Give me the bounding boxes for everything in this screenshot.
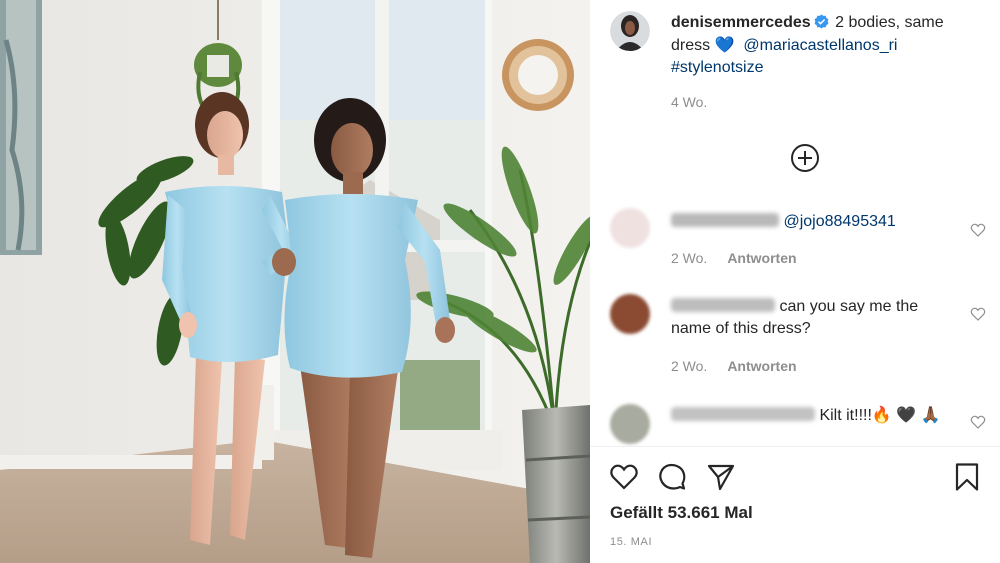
heart-icon[interactable] — [970, 306, 986, 322]
bookmark-icon[interactable] — [952, 462, 982, 492]
post-side-panel: denisemmercedes 2 bodies, same dress 💙 @… — [590, 0, 1000, 563]
comment-line-2: name of this dress? — [671, 320, 811, 337]
comment-age[interactable]: 2 Wo. — [671, 250, 707, 266]
caption-hashtag[interactable]: #stylenotsize — [671, 59, 764, 76]
comment-text: can you say me the name of this dress? — [671, 296, 961, 340]
commenter-avatar[interactable] — [610, 404, 650, 444]
verified-badge-icon — [814, 14, 829, 29]
comment-line-1: can you say me the — [779, 298, 919, 315]
commenter-username-blurred[interactable] — [671, 298, 775, 312]
commenter-avatar[interactable] — [610, 208, 650, 248]
comment-text: Kilt it!!!!🔥 🖤 🙏🏾 — [671, 405, 961, 427]
plus-circle-icon[interactable] — [790, 143, 820, 173]
comment-bubble-icon[interactable] — [657, 462, 687, 492]
post-photo[interactable] — [0, 0, 590, 563]
heart-icon[interactable] — [970, 222, 986, 238]
commenter-avatar[interactable] — [610, 294, 650, 334]
commenter-username-blurred[interactable] — [671, 213, 779, 227]
comment-meta: 2 Wo. Antworten — [671, 358, 797, 374]
action-bar — [590, 450, 1000, 510]
heart-icon[interactable] — [970, 414, 986, 430]
commenter-username-blurred[interactable] — [671, 407, 815, 421]
caption-text: denisemmercedes 2 bodies, same dress 💙 @… — [671, 12, 981, 80]
author-username[interactable]: denisemmercedes — [671, 14, 811, 31]
comment-text: @jojo88495341 — [671, 211, 961, 233]
comment-meta: 2 Wo. Antworten — [671, 250, 797, 266]
caption-mention[interactable]: @mariacastellanos_ri — [743, 37, 897, 54]
reply-button[interactable]: Antworten — [727, 358, 796, 374]
paper-plane-icon[interactable] — [706, 462, 736, 492]
photo-illustration — [0, 0, 590, 563]
blue-heart-emoji: 💙 — [714, 36, 735, 54]
likes-count[interactable]: Gefällt 53.661 Mal — [610, 503, 753, 523]
comment-item: Kilt it!!!!🔥 🖤 🙏🏾 — [590, 400, 1000, 446]
divider — [590, 446, 1000, 447]
author-avatar[interactable] — [610, 11, 650, 51]
caption-age[interactable]: 4 Wo. — [671, 94, 707, 110]
comment-age[interactable]: 2 Wo. — [671, 358, 707, 374]
comment-item: can you say me the name of this dress? 2… — [590, 292, 1000, 382]
reply-button[interactable]: Antworten — [727, 250, 796, 266]
comment-mention[interactable]: @jojo88495341 — [783, 213, 895, 230]
comment-item: @jojo88495341 2 Wo. Antworten — [590, 206, 1000, 276]
heart-icon[interactable] — [609, 462, 639, 492]
post-date[interactable]: 15. MAI — [610, 536, 652, 548]
comment-body: Kilt it!!!!🔥 🖤 🙏🏾 — [819, 407, 941, 424]
